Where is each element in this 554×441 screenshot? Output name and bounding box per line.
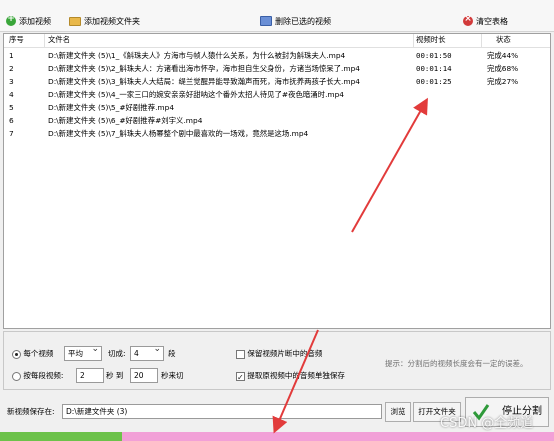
table-row[interactable]: 4 D:\新建文件夹 (5)\4_一家三口的婉安亲亲好甜呐这个番外太招人待见了#… — [4, 89, 550, 101]
seconds-to-label: 秒 到 — [106, 371, 124, 380]
table-row[interactable]: 7 D:\新建文件夹 (5)\7_斛珠夫人杨幂整个剧中最喜欢的一场戏，竟然是这场… — [4, 128, 550, 140]
add-icon — [6, 14, 16, 26]
segment-unit-label: 段 — [168, 349, 176, 358]
extract-audio-checkbox[interactable] — [236, 370, 245, 385]
table-row[interactable]: 3 D:\新建文件夹 (5)\3_斛珠夫人大结局：缇兰觉醒异能导致瀚声而死，海市… — [4, 76, 550, 88]
row-filename: D:\新建文件夹 (5)\1_《斛珠夫人》方海市与帧人猿什么关系，为什么被封为斛… — [48, 51, 346, 60]
column-divider — [481, 34, 482, 48]
row-status: 完成68% — [487, 64, 519, 73]
clear-table-button[interactable]: 清空表格 — [463, 14, 508, 28]
table-row[interactable]: 6 D:\新建文件夹 (5)\6_#好剧推荐#刘宇义.mp4 — [4, 115, 550, 127]
cut-into-label: 切成: — [108, 349, 126, 358]
seconds-cut-label: 秒来切 — [161, 371, 184, 380]
row-status: 完成44% — [487, 51, 519, 60]
keep-audio-option[interactable]: 保留视频片断中的音频 — [236, 346, 322, 361]
watermark-text: CSDN @全频道 — [440, 416, 534, 431]
add-folder-button[interactable]: 添加视频文件夹 — [69, 14, 140, 28]
column-divider — [44, 34, 45, 48]
delete-selected-label: 删除已选的视频 — [275, 16, 331, 26]
split-tip-text: 提示：分割后的视频长度会有一定的误差。 — [385, 359, 528, 368]
split-progress-bar — [0, 432, 554, 441]
mode-per-segment-label: 按每段视频: — [23, 371, 64, 380]
segment-count-select[interactable]: 4 — [130, 343, 164, 361]
folder-icon — [69, 16, 81, 26]
add-video-label: 添加视频 — [19, 16, 51, 26]
row-status: 完成27% — [487, 77, 519, 86]
header-index[interactable]: 序号 — [9, 34, 41, 46]
row-index: 7 — [9, 129, 14, 138]
split-progress-fill — [0, 432, 122, 441]
table-row[interactable]: 1 D:\新建文件夹 (5)\1_《斛珠夫人》方海市与帧人猿什么关系，为什么被封… — [4, 50, 550, 62]
column-divider — [413, 34, 414, 48]
row-index: 5 — [9, 103, 14, 112]
mode-per-segment-option[interactable]: 按每段视频: — [12, 368, 63, 383]
row-duration: 00:01:14 — [416, 64, 452, 73]
row-filename: D:\新建文件夹 (5)\7_斛珠夫人杨幂整个剧中最喜欢的一场戏，竟然是这场.m… — [48, 129, 309, 138]
radio-each-video[interactable] — [12, 349, 21, 359]
row-index: 2 — [9, 64, 14, 73]
row-duration: 00:01:25 — [416, 77, 452, 86]
range-to-input[interactable]: 20 — [130, 368, 158, 383]
save-path-input[interactable]: D:\新建文件夹 (3) — [62, 404, 382, 419]
split-mode-select[interactable]: 平均 — [64, 343, 102, 361]
mode-each-video-option[interactable]: 每个视频 — [12, 346, 53, 361]
keep-audio-checkbox[interactable] — [236, 349, 245, 359]
browse-button[interactable]: 浏览 — [385, 402, 411, 422]
header-filename[interactable]: 文件名 — [48, 34, 413, 46]
clear-table-label: 清空表格 — [476, 16, 508, 26]
mode-each-video-label: 每个视频 — [23, 349, 54, 358]
table-row[interactable]: 5 D:\新建文件夹 (5)\5_#好剧推荐.mp4 — [4, 102, 550, 114]
split-options-panel: 每个视频 平均 切成: 4 段 按每段视频: 2 秒 到 20 秒来切 保留视频… — [3, 331, 551, 390]
row-index: 3 — [9, 77, 14, 86]
range-from-input[interactable]: 2 — [76, 368, 104, 383]
delete-list-icon — [260, 16, 272, 26]
save-path-label: 新视频保存在: — [7, 407, 55, 416]
row-index: 4 — [9, 90, 14, 99]
delete-selected-button[interactable]: 删除已选的视频 — [260, 14, 331, 28]
clear-icon — [463, 14, 473, 26]
table-header: 序号 文件名 视频时长 状态 — [4, 34, 550, 48]
header-duration[interactable]: 视频时长 — [416, 34, 478, 46]
row-duration: 00:01:50 — [416, 51, 452, 60]
row-filename: D:\新建文件夹 (5)\4_一家三口的婉安亲亲好甜呐这个番外太招人待见了#夜色… — [48, 90, 345, 99]
row-index: 1 — [9, 51, 14, 60]
table-row[interactable]: 2 D:\新建文件夹 (5)\2_斛珠夫人：方诸看出海市怀孕，海市担自生父身份，… — [4, 63, 550, 75]
toolbar: 添加视频 添加视频文件夹 删除已选的视频 清空表格 — [0, 0, 554, 32]
add-folder-label: 添加视频文件夹 — [84, 16, 140, 26]
row-filename: D:\新建文件夹 (5)\5_#好剧推荐.mp4 — [48, 103, 175, 112]
add-video-button[interactable]: 添加视频 — [6, 14, 51, 28]
row-index: 6 — [9, 116, 14, 125]
extract-audio-label: 提取原视频中的音频单独保存 — [247, 371, 345, 380]
radio-per-segment[interactable] — [12, 371, 21, 381]
row-filename: D:\新建文件夹 (5)\2_斛珠夫人：方诸看出海市怀孕，海市担自生父身份，方诸… — [48, 64, 360, 73]
keep-audio-label: 保留视频片断中的音频 — [247, 349, 323, 358]
row-filename: D:\新建文件夹 (5)\3_斛珠夫人大结局：缇兰觉醒异能导致瀚声而死，海市抚养… — [48, 77, 360, 86]
extract-audio-option[interactable]: 提取原视频中的音频单独保存 — [236, 368, 345, 385]
row-filename: D:\新建文件夹 (5)\6_#好剧推荐#刘宇义.mp4 — [48, 116, 203, 125]
video-table[interactable]: 序号 文件名 视频时长 状态 1 D:\新建文件夹 (5)\1_《斛珠夫人》方海… — [3, 33, 551, 329]
header-status[interactable]: 状态 — [496, 34, 554, 46]
